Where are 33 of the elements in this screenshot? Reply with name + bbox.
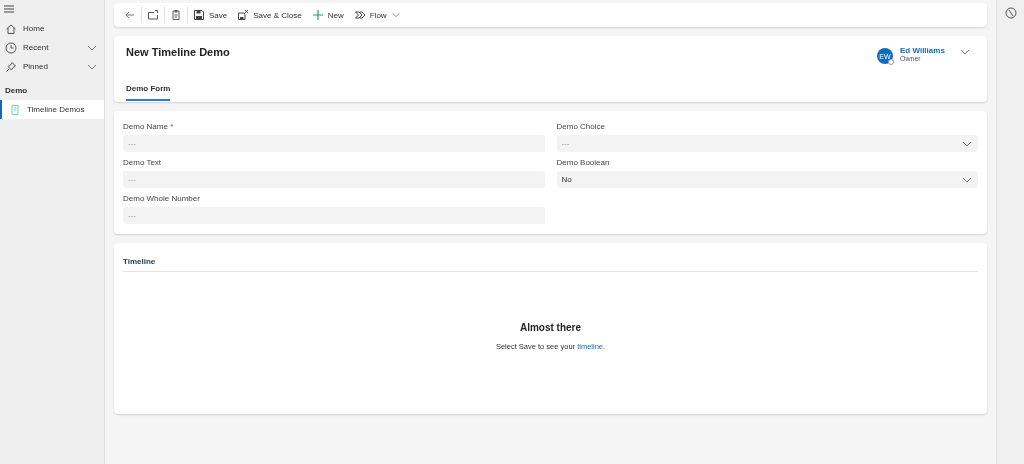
pin-icon [5, 60, 17, 73]
empty-heading: Almost there [519, 321, 582, 333]
flow-icon [353, 9, 366, 21]
window-icon [147, 9, 159, 21]
section-title: Timeline [123, 243, 978, 272]
menu-icon[interactable] [3, 3, 15, 15]
nav-item[interactable]: Home [0, 19, 104, 38]
clock-icon [5, 41, 17, 54]
save-icon [237, 9, 250, 21]
chevron-icon [390, 10, 401, 20]
nav-item[interactable]: Recent [0, 38, 104, 57]
save-icon [193, 9, 205, 21]
entity-icon [9, 103, 21, 116]
field-label: Demo Choice [556, 121, 606, 133]
group-heading: Demo [4, 85, 29, 97]
field-label: Demo Name * [123, 121, 175, 133]
new-button[interactable]: New [306, 5, 349, 25]
save-button[interactable]: Save [188, 5, 233, 25]
tab[interactable]: Demo Form [126, 84, 171, 101]
field-label: Demo Text [123, 157, 163, 169]
nav-item[interactable]: Pinned [0, 57, 104, 76]
home-icon [5, 22, 17, 35]
plus-icon [311, 9, 324, 21]
record-title: New Timeline Demo [126, 46, 230, 60]
clipboard-icon [170, 9, 182, 21]
field-label: Demo Boolean [556, 157, 611, 169]
field-label: Demo Whole Number [123, 193, 201, 205]
save-close-button[interactable]: Save & Close [232, 5, 307, 25]
dropdown-field[interactable]: No [556, 171, 978, 188]
flow-button[interactable]: Flow [348, 5, 406, 25]
nav-item[interactable]: Timeline Demos [0, 100, 104, 119]
owner-name[interactable]: Ed Williams [900, 46, 952, 55]
back-icon [124, 9, 136, 21]
